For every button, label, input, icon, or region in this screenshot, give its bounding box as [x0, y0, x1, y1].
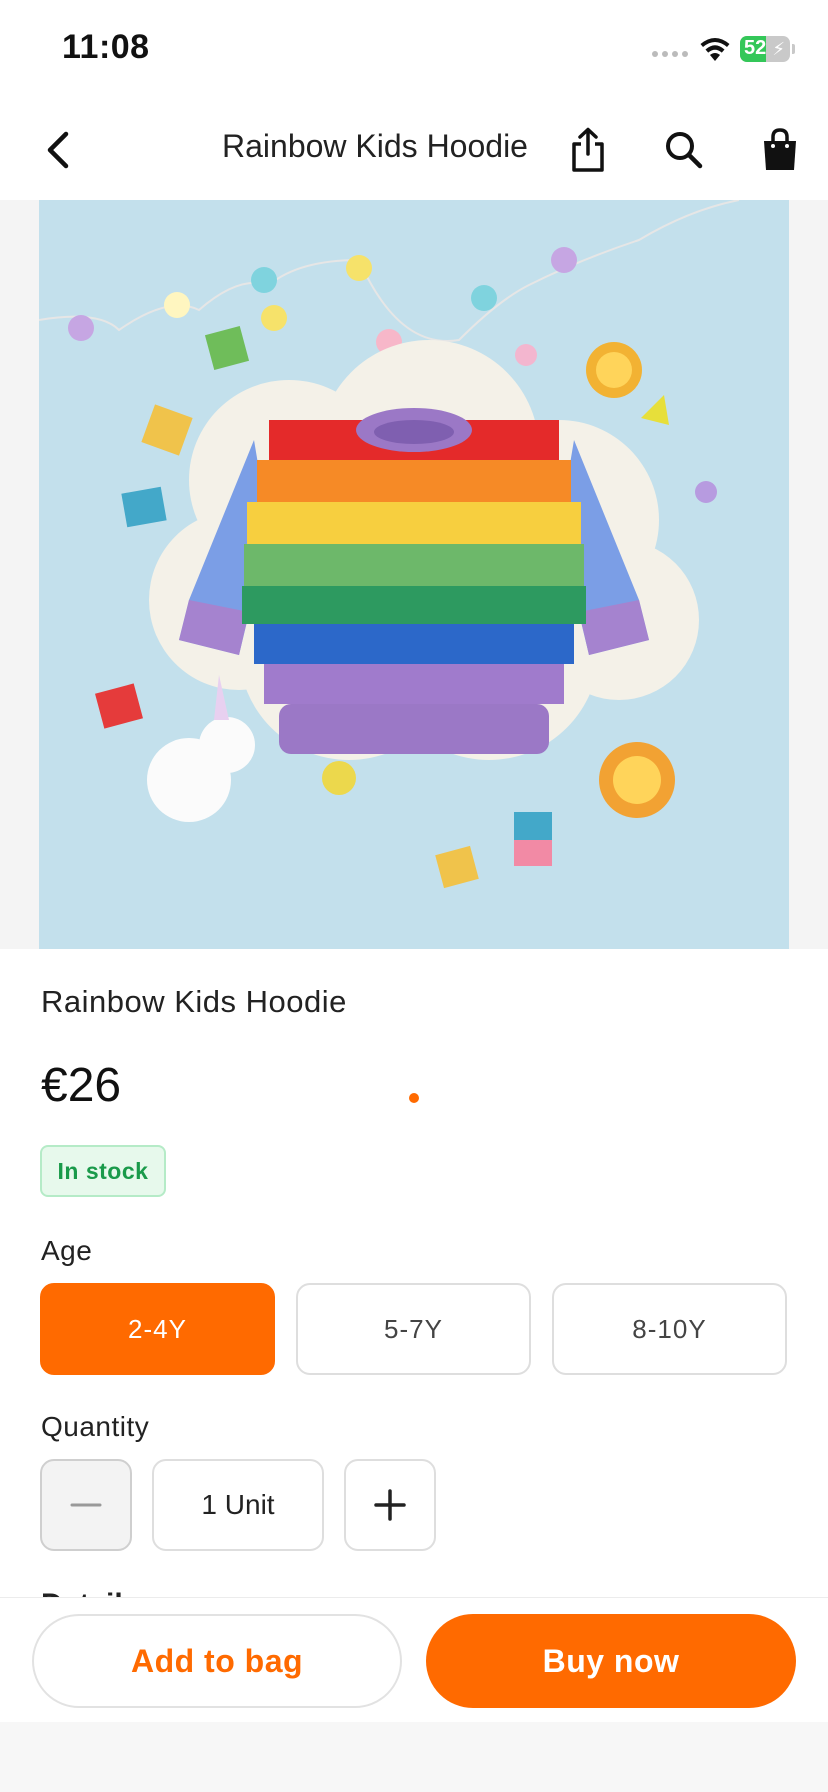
image-gallery[interactable] [0, 200, 828, 1116]
quantity-decrease-button[interactable] [40, 1459, 132, 1551]
quantity-label: Quantity [41, 1411, 150, 1442]
status-bar: 11:08 52 ⚡ [0, 0, 828, 100]
home-indicator-area [0, 1722, 828, 1792]
minus-icon [70, 1503, 102, 1507]
gallery-dot-active [409, 1093, 419, 1103]
quantity-increase-button[interactable] [344, 1459, 436, 1551]
product-image [39, 200, 789, 949]
plus-icon [374, 1489, 406, 1521]
age-option-8-10y[interactable]: 8-10Y [552, 1283, 787, 1375]
add-to-bag-button[interactable]: Add to bag [32, 1614, 402, 1708]
quantity-value: 1 Unit [152, 1459, 324, 1551]
battery-icon: 52 ⚡ [740, 36, 790, 62]
nav-bar: Rainbow Kids Hoodie [0, 100, 828, 200]
shopping-bag-icon[interactable] [756, 126, 804, 174]
product-page: 11:08 52 ⚡ Rainbow Kids Hoodie Rainbow K… [0, 0, 828, 1792]
status-time: 11:08 [62, 28, 150, 66]
bottom-action-bar: Add to bag Buy now [0, 1597, 828, 1723]
battery-percent: 52 [744, 37, 767, 59]
stock-status-badge: In stock [40, 1145, 166, 1197]
age-option-2-4y[interactable]: 2-4Y [40, 1283, 275, 1375]
back-chevron-icon[interactable] [38, 126, 82, 174]
gallery-page-indicator [390, 1080, 438, 1116]
age-label: Age [41, 1235, 93, 1266]
nav-title: Rainbow Kids Hoodie [222, 128, 528, 164]
share-icon[interactable] [564, 126, 612, 174]
cellular-signal-icon [652, 51, 688, 57]
wifi-icon [700, 38, 730, 61]
search-icon[interactable] [660, 126, 708, 174]
buy-now-button[interactable]: Buy now [426, 1614, 796, 1708]
product-name: Rainbow Kids Hoodie [41, 984, 347, 1019]
product-price: €26 [41, 1059, 122, 1112]
age-option-5-7y[interactable]: 5-7Y [296, 1283, 531, 1375]
